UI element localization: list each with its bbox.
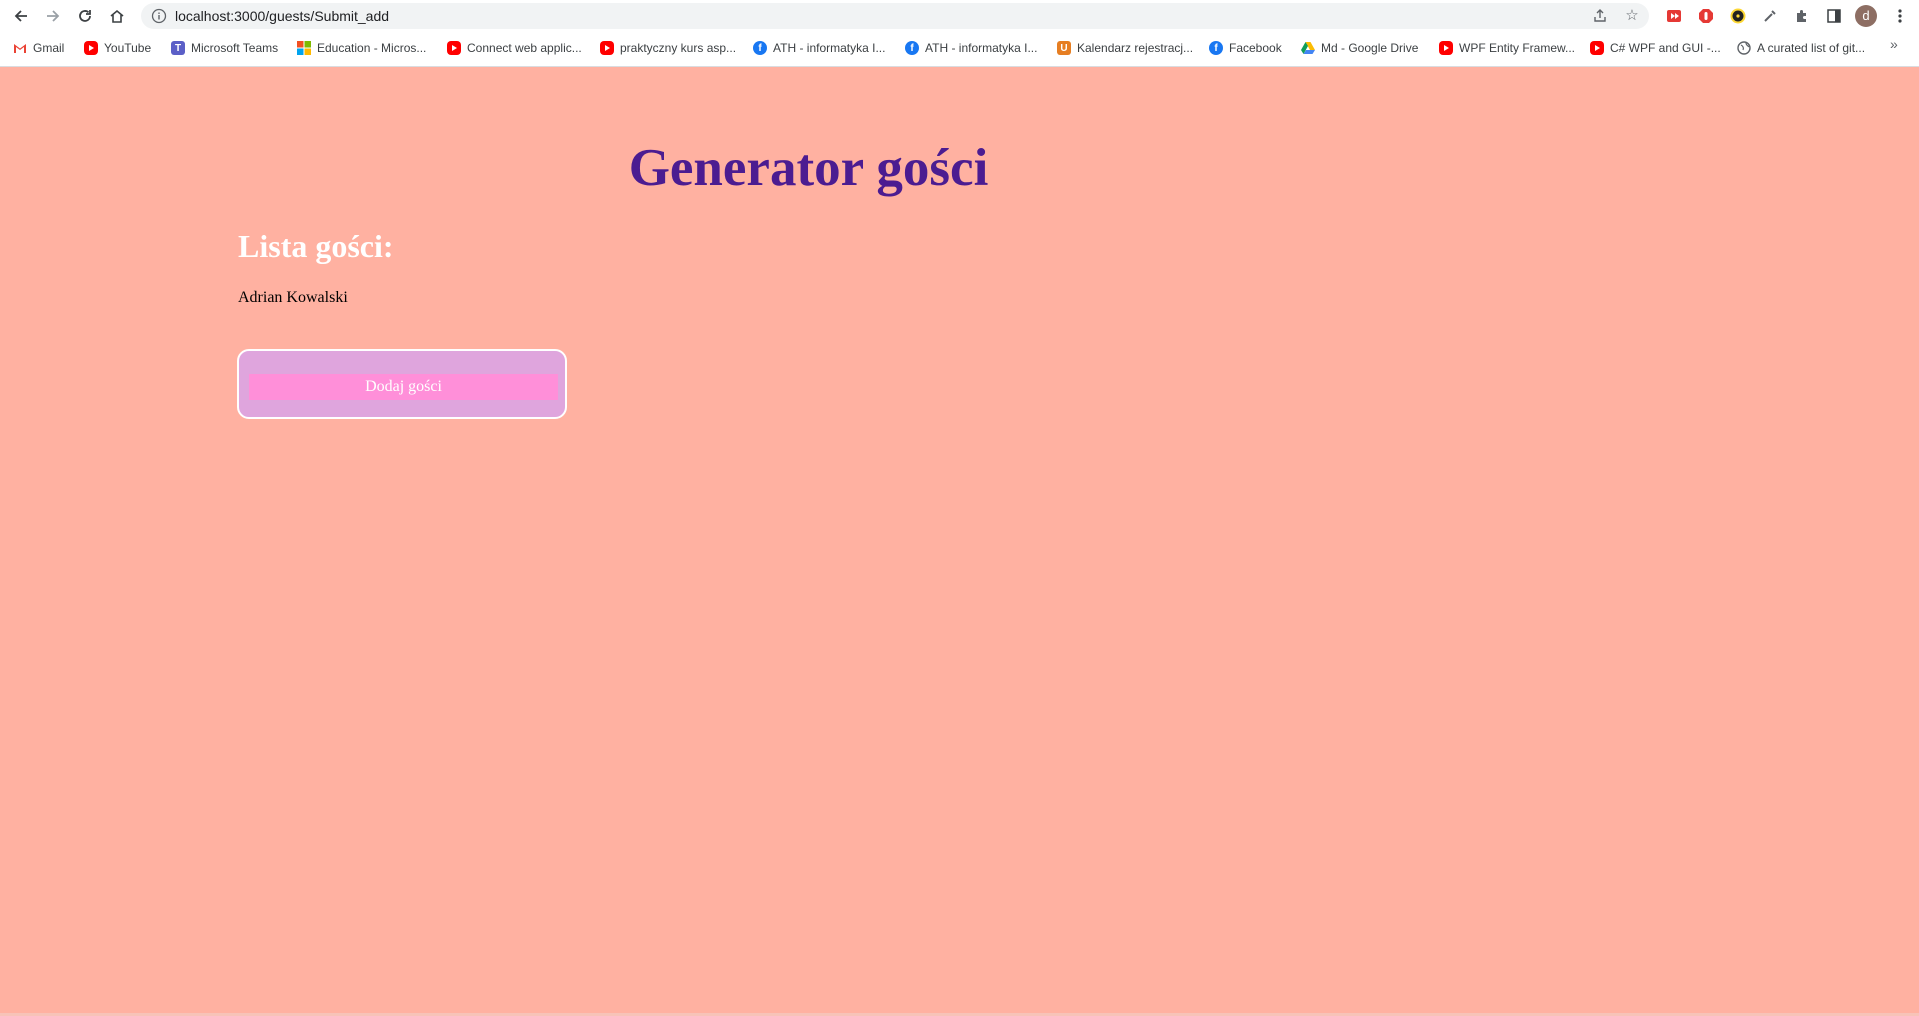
bookmark-label: Gmail: [33, 41, 65, 55]
kebab-menu-icon[interactable]: [1888, 4, 1912, 28]
bookmark-csharp-wpf[interactable]: C# WPF and GUI -...: [1590, 39, 1721, 57]
site-info-icon[interactable]: [151, 8, 167, 24]
address-bar[interactable]: localhost:3000/guests/Submit_add ☆: [141, 3, 1649, 29]
url-text: localhost:3000/guests/Submit_add: [175, 8, 390, 24]
back-icon[interactable]: [9, 4, 33, 28]
bookmark-label: Connect web applic...: [467, 41, 582, 55]
more-bookmarks-icon[interactable]: »: [1890, 36, 1898, 52]
side-panel-icon[interactable]: [1824, 6, 1844, 26]
reload-icon[interactable]: [73, 4, 97, 28]
bookmark-facebook[interactable]: f Facebook: [1209, 39, 1282, 57]
bookmark-star-icon[interactable]: ☆: [1624, 8, 1640, 24]
bookmark-praktyczny-kurs[interactable]: praktyczny kurs asp...: [600, 39, 736, 57]
browser-toolbar: localhost:3000/guests/Submit_add ☆ d: [0, 0, 1919, 32]
guest-list: Adrian Kowalski: [238, 287, 348, 309]
add-guests-button[interactable]: Dodaj gości: [249, 374, 558, 400]
youtube-icon: [1590, 41, 1604, 55]
eyedropper-icon[interactable]: [1760, 6, 1780, 26]
browser-chrome: localhost:3000/guests/Submit_add ☆ d Gma…: [0, 0, 1919, 67]
globe-icon: [1737, 41, 1751, 55]
bookmark-label: A curated list of git...: [1757, 41, 1866, 55]
bookmark-label: Kalendarz rejestracj...: [1077, 41, 1194, 55]
bookmark-wpf-entity[interactable]: WPF Entity Framew...: [1439, 39, 1575, 57]
bookmark-label: praktyczny kurs asp...: [620, 41, 737, 55]
guest-list-heading: Lista gości:: [238, 228, 394, 264]
teams-icon: T: [171, 41, 185, 55]
bookmark-ath-2[interactable]: f ATH - informatyka I...: [905, 39, 1037, 57]
bookmark-connect-web[interactable]: Connect web applic...: [447, 39, 582, 57]
bookmark-ath-1[interactable]: f ATH - informatyka I...: [753, 39, 885, 57]
bookmark-google-drive[interactable]: Md - Google Drive: [1301, 39, 1418, 57]
forward-icon[interactable]: [41, 4, 65, 28]
bookmark-kalendarz[interactable]: U Kalendarz rejestracj...: [1057, 39, 1193, 57]
guest-list-item: Adrian Kowalski: [238, 289, 348, 306]
facebook-icon: f: [1209, 41, 1223, 55]
bookmarks-bar: Gmail YouTube T Microsoft Teams Educatio…: [0, 36, 1919, 60]
youtube-icon: [1439, 41, 1453, 55]
radiation-extension-icon[interactable]: [1728, 6, 1748, 26]
bookmark-label: Microsoft Teams: [191, 41, 279, 55]
bookmark-label: Education - Micros...: [317, 41, 427, 55]
home-icon[interactable]: [105, 4, 129, 28]
bookmark-label: WPF Entity Framew...: [1459, 41, 1576, 55]
gmail-icon: [13, 41, 27, 55]
bookmark-label: C# WPF and GUI -...: [1610, 41, 1721, 55]
youtube-icon: [84, 41, 98, 55]
extension-red-icon[interactable]: [1664, 6, 1684, 26]
profile-avatar[interactable]: d: [1855, 5, 1877, 27]
facebook-icon: f: [753, 41, 767, 55]
adblock-icon[interactable]: [1696, 6, 1716, 26]
bookmark-curated-list[interactable]: A curated list of git...: [1737, 39, 1865, 57]
bookmark-label: ATH - informatyka I...: [773, 41, 886, 55]
bookmark-gmail[interactable]: Gmail: [13, 39, 64, 57]
youtube-icon: [600, 41, 614, 55]
u-icon: U: [1057, 41, 1071, 55]
extensions-puzzle-icon[interactable]: [1792, 6, 1812, 26]
google-drive-icon: [1301, 41, 1315, 55]
page-title: Generator gości: [628, 139, 989, 197]
facebook-icon: f: [905, 41, 919, 55]
bookmark-label: ATH - informatyka I...: [925, 41, 1038, 55]
bookmark-label: Facebook: [1229, 41, 1282, 55]
bookmark-teams[interactable]: T Microsoft Teams: [171, 39, 278, 57]
bookmark-label: Md - Google Drive: [1321, 41, 1419, 55]
add-guest-panel: Dodaj gości: [237, 349, 567, 419]
share-icon[interactable]: [1592, 8, 1608, 24]
bookmark-education[interactable]: Education - Micros...: [297, 39, 426, 57]
microsoft-icon: [297, 41, 311, 55]
bookmark-youtube[interactable]: YouTube: [84, 39, 151, 57]
bookmark-label: YouTube: [104, 41, 152, 55]
youtube-icon: [447, 41, 461, 55]
